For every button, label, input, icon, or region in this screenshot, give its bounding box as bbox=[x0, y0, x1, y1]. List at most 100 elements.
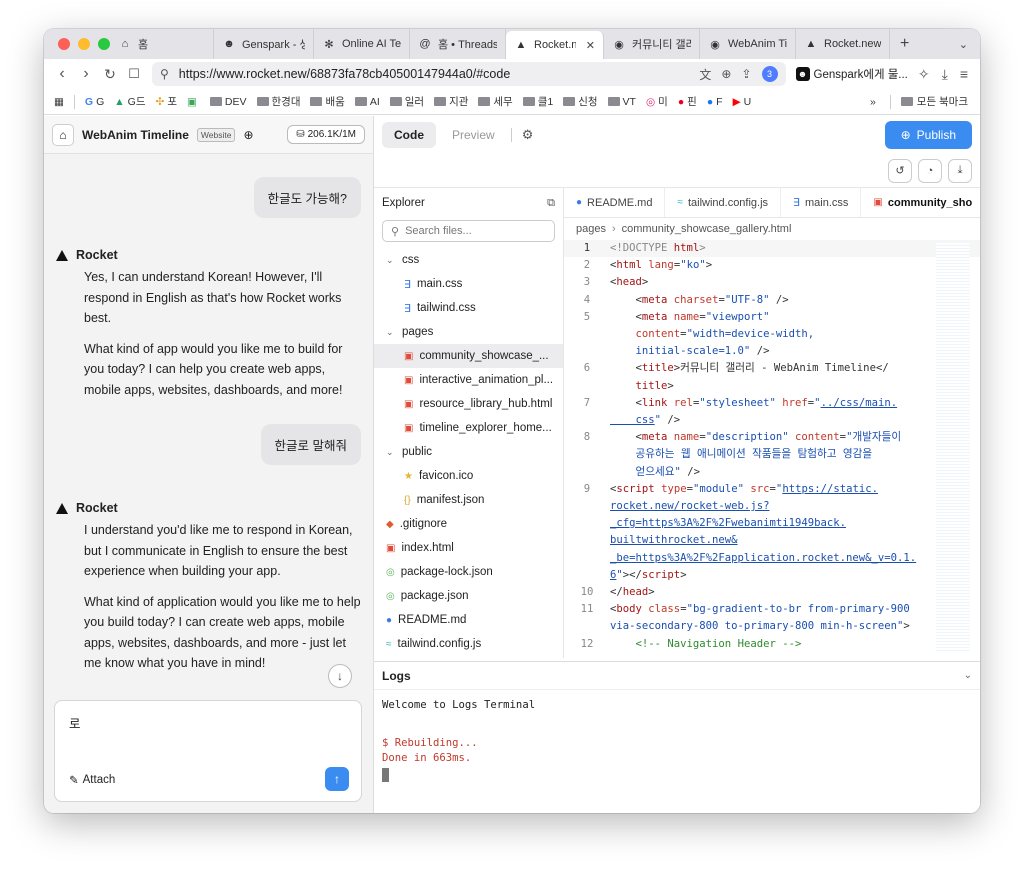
tree-file[interactable]: ◎ package.json bbox=[374, 584, 563, 608]
reload-icon[interactable]: ↻ bbox=[98, 66, 122, 83]
menu-icon[interactable]: ≡ bbox=[960, 66, 968, 83]
bookmark-illust[interactable]: 일러 bbox=[389, 94, 424, 109]
chat-messages[interactable]: 한글도 가능해? Rocket Yes, I can understand Ko… bbox=[44, 154, 373, 684]
tree-file[interactable]: ● README.md bbox=[374, 608, 563, 632]
breadcrumb-file[interactable]: community_showcase_gallery.html bbox=[622, 223, 792, 235]
forward-icon[interactable]: › bbox=[74, 65, 98, 83]
scroll-down-button[interactable]: ↓ bbox=[328, 664, 352, 688]
tree-file[interactable]: ◎ package-lock.json bbox=[374, 560, 563, 584]
tree-file[interactable]: ▣ resource_library_hub.html bbox=[374, 392, 563, 416]
tree-file[interactable]: ▣ timeline_explorer_home... bbox=[374, 416, 563, 440]
tree-folder[interactable]: ⌄ pages bbox=[374, 320, 563, 344]
site-settings-icon[interactable]: ⚲ bbox=[160, 67, 169, 81]
tree-item-label: README.md bbox=[398, 614, 467, 626]
browser-tab-gallery[interactable]: ◉ 커뮤니티 갤러리 bbox=[604, 29, 700, 59]
close-tab-icon[interactable]: ✕ bbox=[586, 39, 595, 52]
search-files-input[interactable]: ⚲ Search files... bbox=[382, 220, 555, 242]
browser-tab-rocket-active[interactable]: ▲ Rocket.ne ✕ bbox=[506, 31, 604, 59]
tree-file[interactable]: {} manifest.json bbox=[374, 488, 563, 512]
tree-file[interactable]: ∃ main.css bbox=[374, 272, 563, 296]
close-window-button[interactable] bbox=[58, 38, 70, 50]
browser-tab-threads[interactable]: @ 홈 • Threads bbox=[410, 29, 506, 59]
tree-file[interactable]: ▣ interactive_animation_pl... bbox=[374, 368, 563, 392]
tree-file[interactable]: ≈ tailwind.config.js bbox=[374, 632, 563, 656]
tree-file[interactable]: ◆ .gitignore bbox=[374, 512, 563, 536]
bookmark-instagram[interactable]: ◎ 미 bbox=[646, 94, 668, 109]
bookmark-po[interactable]: ✣ 포 bbox=[156, 94, 177, 109]
bookmark-jigwan[interactable]: 지관 bbox=[434, 94, 468, 109]
code-content[interactable]: 1 <!DOCTYPE html> 2 <html lang="ko"> 3 <hea… bbox=[564, 240, 980, 653]
url-text[interactable]: https://www.rocket.new/68873fa78cb405001… bbox=[179, 67, 690, 81]
download-button[interactable]: ⤓ bbox=[948, 158, 972, 183]
bookmark-class1[interactable]: 클1 bbox=[522, 94, 553, 109]
settings-gear-icon[interactable]: ⚙ bbox=[516, 127, 540, 143]
message-composer[interactable]: 로 ✎ Attach ↑ bbox=[54, 700, 362, 802]
editor-tab-community-showcase[interactable]: ▣ community_sho bbox=[861, 188, 980, 217]
bookmark-youtube[interactable]: ▶ U bbox=[733, 96, 752, 108]
logs-header[interactable]: Logs ⌄ bbox=[374, 662, 980, 690]
bookmark-facebook[interactable]: ● F bbox=[707, 96, 723, 108]
browser-tab-ai-text[interactable]: ✻ Online AI Text bbox=[314, 29, 410, 59]
share-icon[interactable]: ⇪ bbox=[741, 67, 751, 81]
publish-button[interactable]: ⊕ Publish bbox=[884, 121, 972, 149]
apps-grid-icon[interactable]: ▦ bbox=[54, 96, 64, 108]
zoom-icon[interactable]: ⊕ bbox=[721, 67, 731, 81]
back-icon[interactable]: ‹ bbox=[50, 65, 74, 83]
zoom-window-button[interactable] bbox=[98, 38, 110, 50]
tree-item-label: index.html bbox=[401, 542, 454, 554]
breadcrumb-folder[interactable]: pages bbox=[576, 223, 606, 235]
bookmark-tax[interactable]: 세무 bbox=[478, 94, 513, 109]
bookmark-store[interactable]: ▣ bbox=[187, 96, 200, 108]
bookmark-learn[interactable]: 배움 bbox=[310, 94, 345, 109]
undo-button[interactable]: ↺ bbox=[888, 158, 912, 183]
credits-button[interactable]: ⛁ 206.1K/1M bbox=[287, 125, 365, 144]
bookmark-dev[interactable]: DEV bbox=[209, 96, 247, 108]
browser-tab-rocket[interactable]: ▲ Rocket.new | bbox=[796, 29, 890, 59]
more-bookmarks-button[interactable]: » bbox=[870, 96, 880, 108]
download-icon[interactable]: ⤓ bbox=[942, 66, 948, 83]
tab-preview[interactable]: Preview bbox=[440, 122, 507, 148]
bookmark-g[interactable]: GG bbox=[85, 96, 104, 108]
genspark-ask-button[interactable]: ☻ Genspark에게 물... bbox=[786, 66, 918, 82]
translate-icon[interactable]: 文 bbox=[699, 66, 711, 83]
minimize-window-button[interactable] bbox=[78, 38, 90, 50]
bookmark-ai[interactable]: AI bbox=[354, 96, 380, 108]
browser-tab-genspark[interactable]: ☻ Genspark - 생 bbox=[214, 29, 314, 59]
editor-tab-tailwind-config[interactable]: ≈ tailwind.config.js bbox=[665, 188, 782, 217]
all-bookmarks-button[interactable]: 모든 북마크 bbox=[900, 94, 980, 109]
logs-terminal[interactable]: Welcome to Logs Terminal $ Rebuilding...… bbox=[374, 690, 980, 790]
code-minimap[interactable] bbox=[936, 243, 970, 653]
tree-file[interactable]: ★ favicon.ico bbox=[374, 464, 563, 488]
tree-folder[interactable]: ⌄ public bbox=[374, 440, 563, 464]
extensions-icon[interactable]: ✧ bbox=[918, 66, 930, 83]
extension-badge[interactable]: 3 bbox=[761, 66, 778, 82]
bookmark-vt[interactable]: VT bbox=[607, 96, 636, 108]
code-line: 6 <title>커뮤니티 갤러리 - WebAnim Timeline</ t… bbox=[583, 362, 889, 392]
message-input[interactable]: 로 bbox=[69, 713, 81, 732]
new-tab-icon[interactable]: + bbox=[890, 35, 919, 53]
send-button[interactable]: ↑ bbox=[325, 767, 349, 791]
bookmark-gdrive[interactable]: ▲ G드 bbox=[114, 94, 145, 109]
bookmark-icon[interactable]: ☐ bbox=[122, 66, 146, 82]
browser-tab-home[interactable]: ⌂ 홈 bbox=[110, 29, 214, 59]
globe-icon[interactable]: ⊕ bbox=[243, 128, 253, 142]
editor-tab-main-css[interactable]: ∃ main.css bbox=[781, 188, 862, 217]
github-button[interactable]: ◔ bbox=[918, 158, 942, 183]
tree-folder[interactable]: ⌄ css bbox=[374, 248, 563, 272]
collapse-all-icon[interactable]: ⧉ bbox=[547, 197, 555, 210]
folder-icon bbox=[256, 97, 269, 106]
attach-button[interactable]: ✎ Attach bbox=[69, 773, 115, 787]
bookmark-pinterest[interactable]: ● 핀 bbox=[678, 94, 697, 109]
browser-tab-webanim[interactable]: ◉ WebAnim Tim bbox=[700, 29, 796, 59]
chevron-down-icon[interactable]: ⌄ bbox=[964, 670, 972, 681]
tree-file[interactable]: ∃ tailwind.css bbox=[374, 296, 563, 320]
bookmark-hankyong[interactable]: 한경대 bbox=[256, 94, 300, 109]
editor-tab-readme[interactable]: ● README.md bbox=[564, 188, 666, 217]
tab-code[interactable]: Code bbox=[382, 122, 436, 148]
home-button[interactable]: ⌂ bbox=[52, 123, 74, 146]
tab-list-chevron-icon[interactable]: ⌄ bbox=[959, 38, 980, 51]
bookmark-apply[interactable]: 신청 bbox=[563, 94, 598, 109]
address-bar[interactable]: ⚲ https://www.rocket.new/68873fa78cb4050… bbox=[152, 62, 786, 86]
tree-file[interactable]: ▣ community_showcase_... bbox=[374, 344, 563, 368]
tree-file[interactable]: ▣ index.html bbox=[374, 536, 563, 560]
